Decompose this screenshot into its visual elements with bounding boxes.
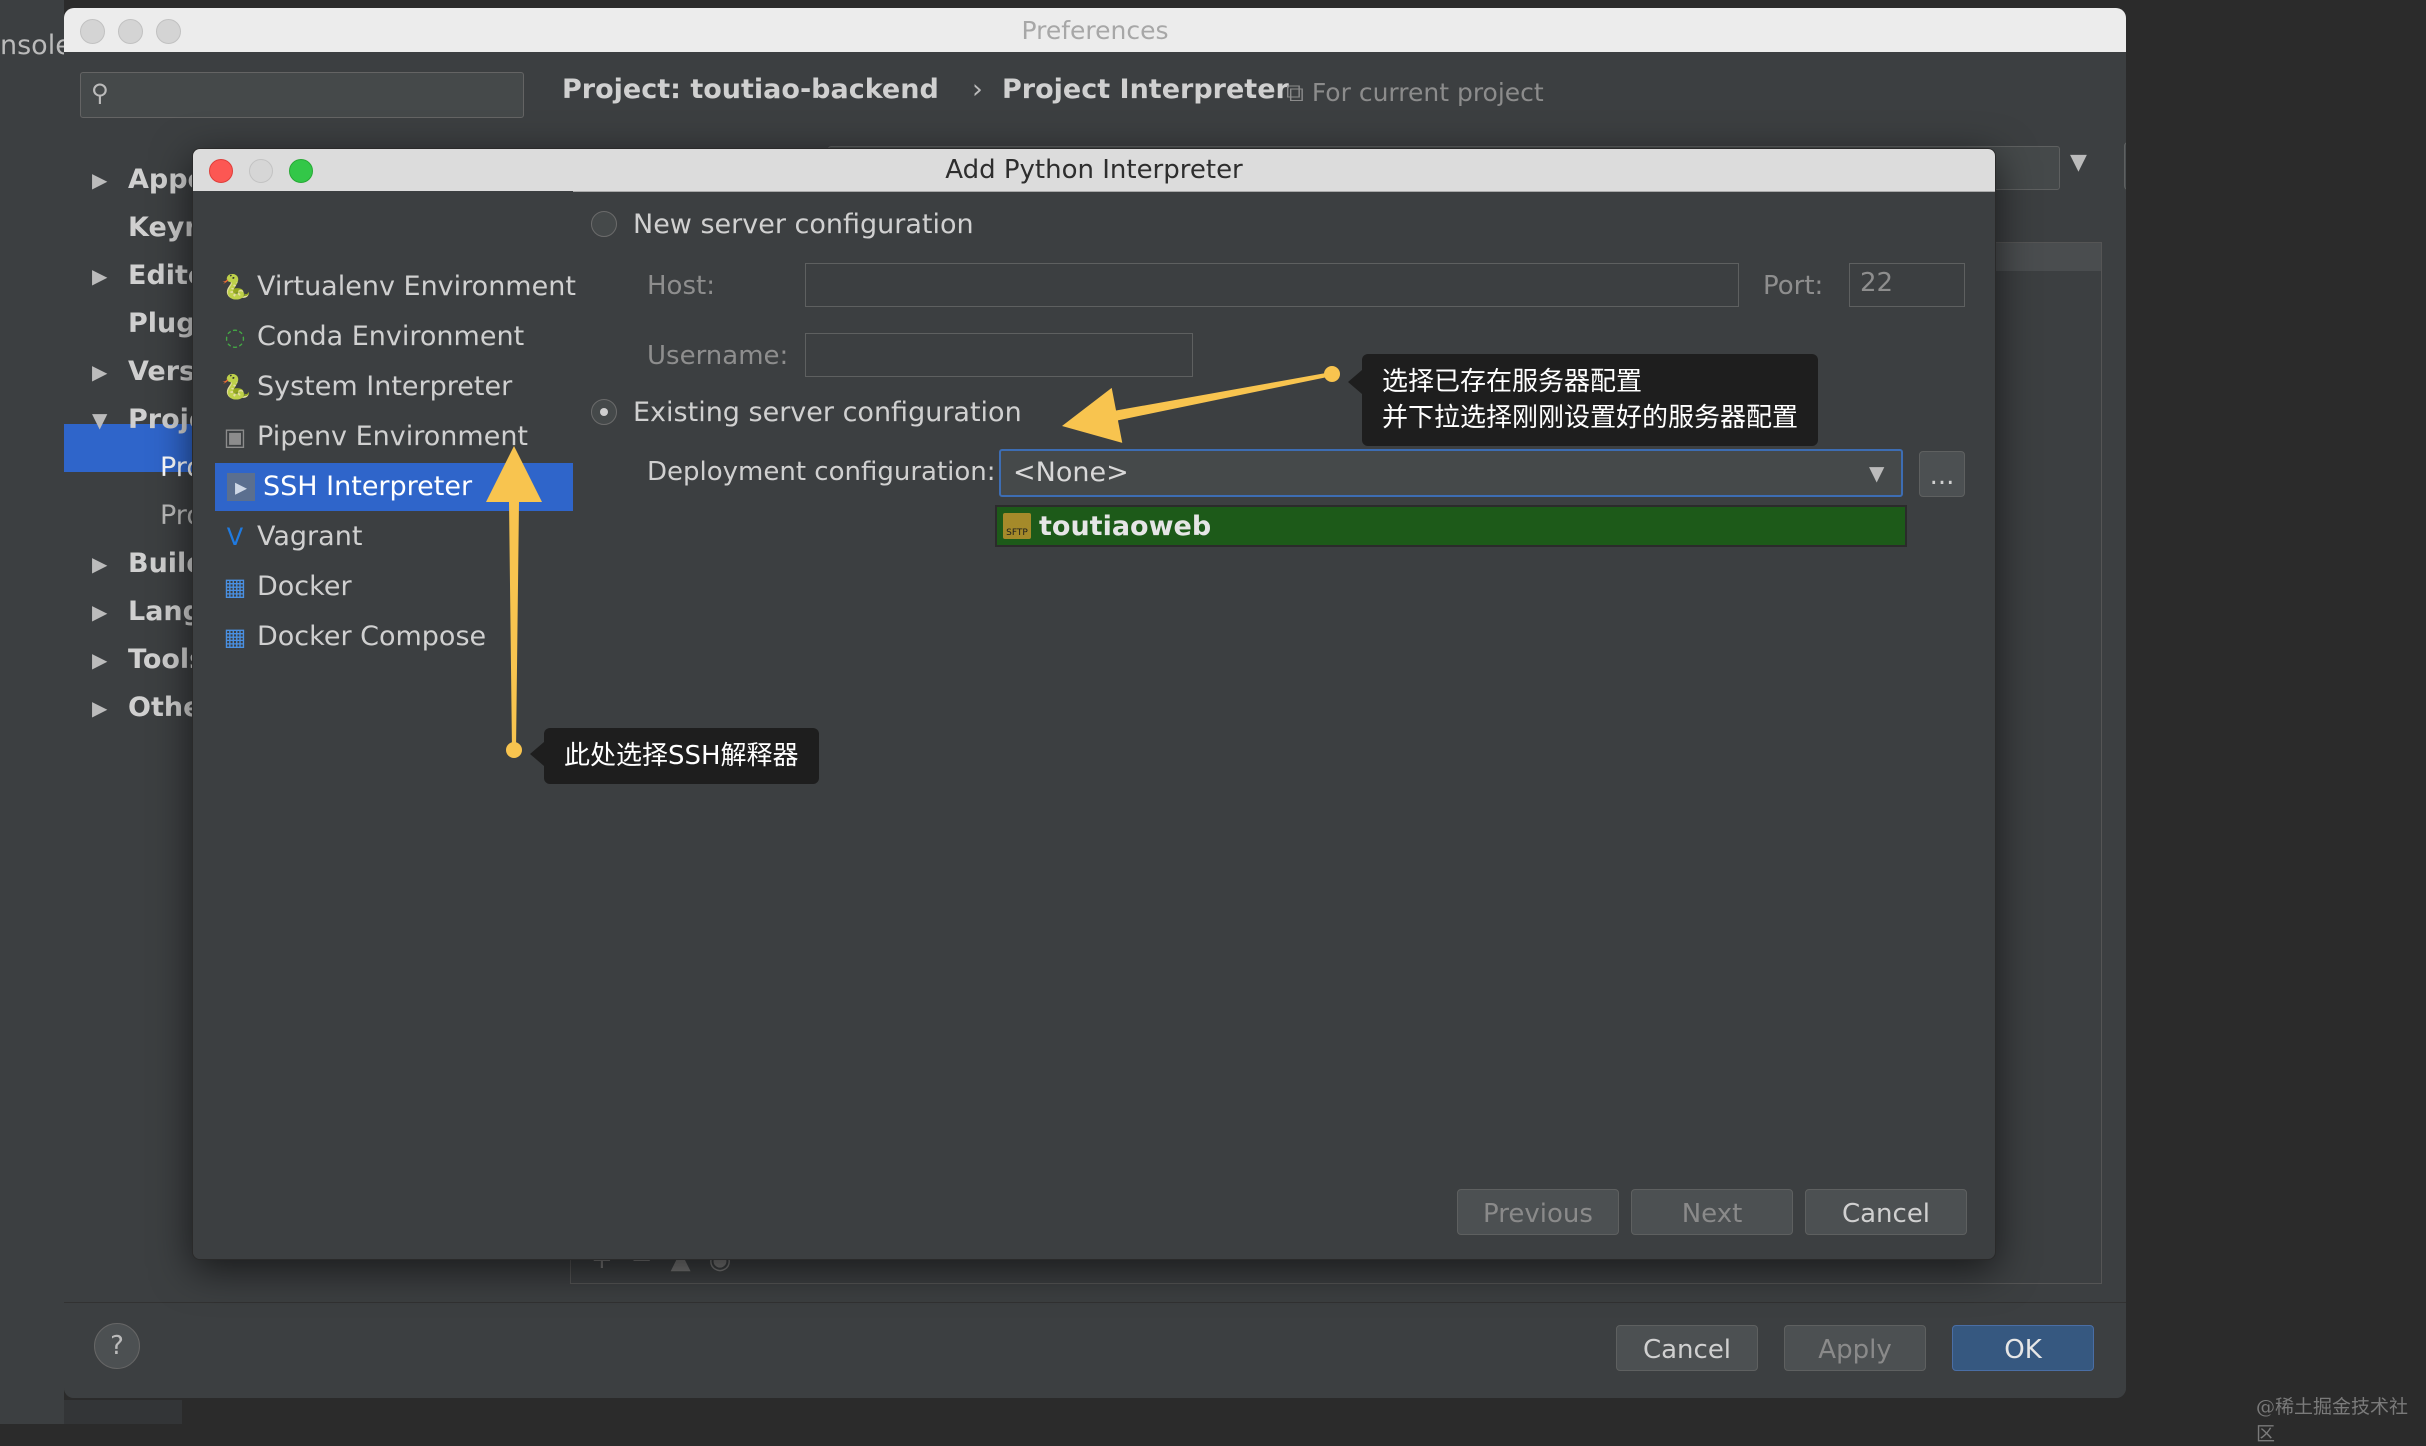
annotation-arrows bbox=[486, 366, 1340, 758]
arrow-to-ssh-interpreter bbox=[486, 446, 542, 750]
arrow-to-existing-config-anchor bbox=[1324, 366, 1340, 382]
arrow-to-existing-config bbox=[1062, 372, 1333, 443]
watermark: @稀土掘金技术社区 bbox=[2256, 1396, 2409, 1445]
arrow-to-ssh-interpreter-anchor bbox=[506, 742, 522, 758]
callout-existing-config: 选择已存在服务器配置 并下拉选择刚刚设置好的服务器配置 bbox=[1347, 354, 1819, 446]
callout-existing-line-1: 选择已存在服务器配置 bbox=[1382, 367, 1643, 397]
callout-existing-line-2: 并下拉选择刚刚设置好的服务器配置 bbox=[1382, 403, 1799, 433]
callout-ssh: 此处选择SSH解释器 bbox=[530, 728, 819, 784]
